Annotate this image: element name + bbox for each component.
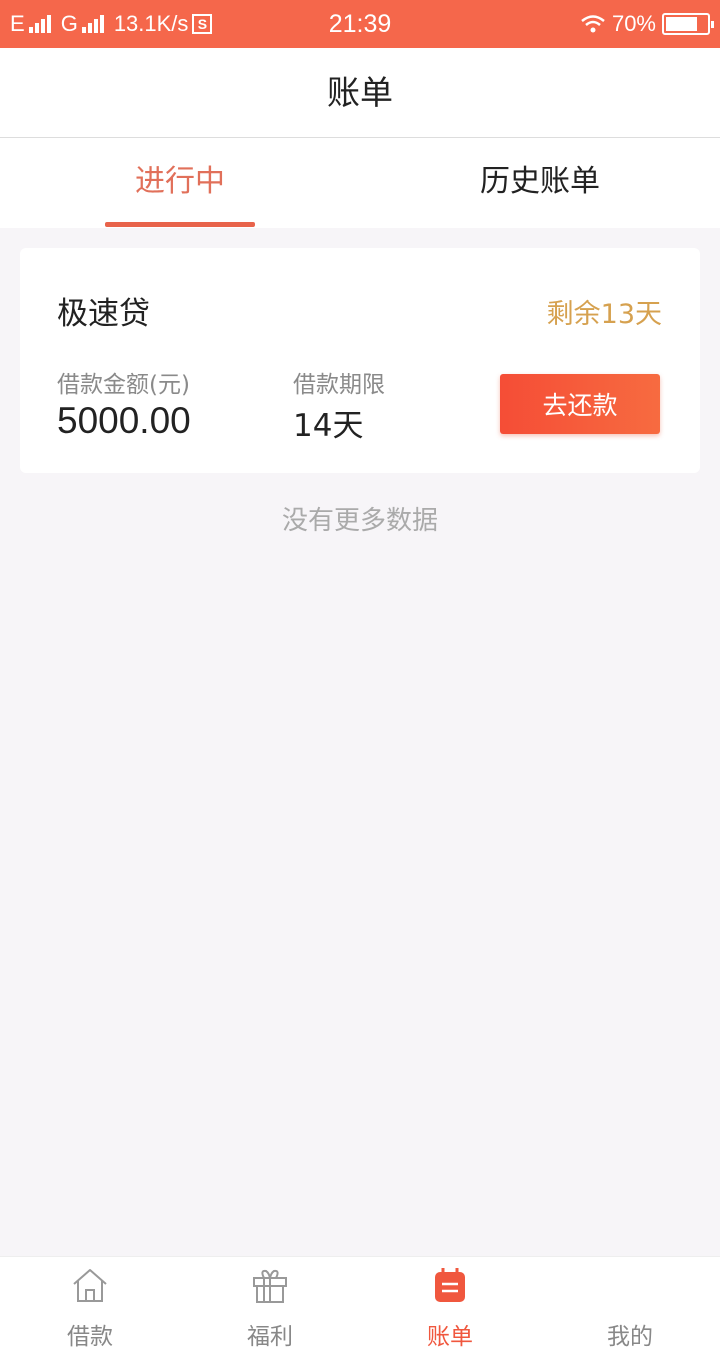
home-icon [73, 1269, 107, 1302]
no-more-data-text: 没有更多数据 [281, 506, 438, 536]
nav-item-benefits[interactable]: 福利 [180, 1257, 360, 1356]
nav-item-bills[interactable]: 账单 [360, 1257, 540, 1356]
tab-active-indicator [105, 222, 255, 227]
nav-label-benefits: 福利 [247, 1324, 293, 1350]
nav-label-bills: 账单 [427, 1324, 473, 1350]
product-name: 极速贷 [57, 296, 150, 332]
nav-label-loan: 借款 [67, 1324, 113, 1350]
remaining-days: 剩余13天 [546, 299, 662, 330]
tab-bar: 进行中 历史账单 [0, 138, 720, 228]
page-title: 账单 [0, 48, 720, 138]
repay-button[interactable]: 去还款 [500, 374, 660, 434]
nav-label-profile: 我的 [607, 1324, 653, 1350]
battery-percent: 70% [611, 11, 656, 36]
nav-item-profile[interactable]: 我的 [540, 1257, 720, 1356]
amount-value: 5000.00 [57, 400, 191, 441]
tab-in-progress[interactable]: 进行中 [80, 138, 280, 228]
tab-history[interactable]: 历史账单 [440, 138, 640, 228]
amount-label: 借款金额(元) [57, 372, 190, 398]
nav-item-loan[interactable]: 借款 [0, 1257, 180, 1356]
bottom-nav: 借款 福利 账单 我的 [0, 1256, 720, 1356]
term-label: 借款期限 [293, 372, 385, 398]
battery-icon [662, 13, 714, 35]
wifi-icon [581, 15, 605, 33]
bill-card: 极速贷 剩余13天 借款金额(元) 5000.00 借款期限 14天 去还款 [20, 248, 700, 473]
bill-icon [435, 1268, 465, 1302]
status-right: 70% [580, 11, 714, 37]
term-value: 14天 [293, 408, 364, 444]
status-bar: E G 13.1K/s S 21:39 70% [0, 0, 720, 48]
gift-icon [253, 1269, 287, 1303]
